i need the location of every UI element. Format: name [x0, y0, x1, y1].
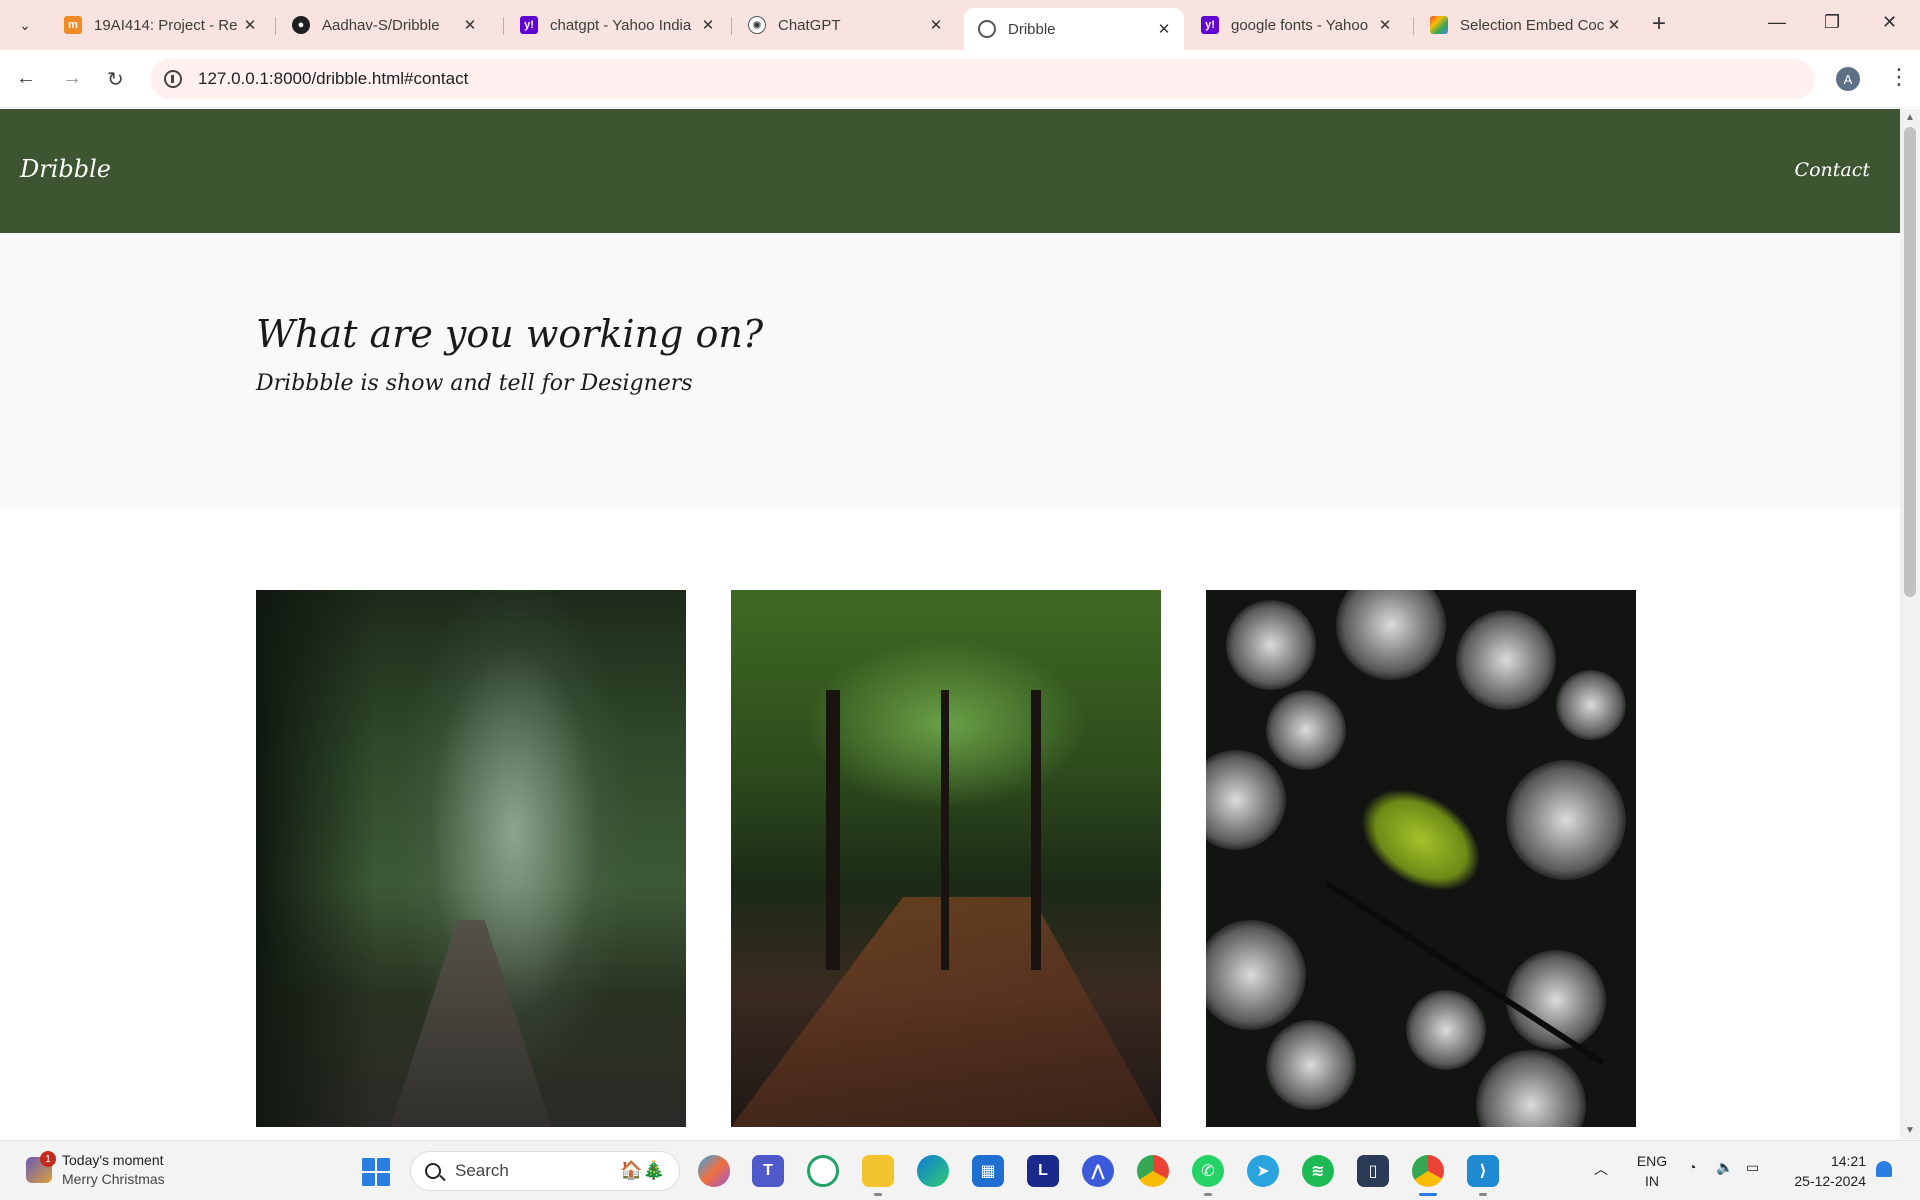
- url-text: 127.0.0.1:8000/dribble.html#contact: [198, 69, 469, 88]
- show-hidden-icons-chevron-icon[interactable]: ︿: [1594, 1159, 1608, 1179]
- chatgpt-icon: ✺: [748, 16, 766, 34]
- telegram-icon[interactable]: ➤: [1247, 1155, 1279, 1187]
- nav-link-contact[interactable]: Contact: [1795, 159, 1870, 181]
- misty-forest-path-photo: [256, 590, 686, 1127]
- tab-title: Aadhav-S/Dribble: [322, 16, 440, 34]
- browser-menu-icon[interactable]: ⋮: [1888, 64, 1910, 90]
- yahoo-icon: y!: [1201, 16, 1219, 34]
- scroll-down-icon[interactable]: ▼: [1905, 1125, 1915, 1136]
- browser-toolbar: ← → ↻ 127.0.0.1:8000/dribble.html#contac…: [0, 50, 1920, 108]
- widgets-button[interactable]: 1 Today's moment Merry Christmas: [26, 1151, 165, 1189]
- notification-bell-icon[interactable]: [1876, 1161, 1892, 1177]
- chrome-profile-icon[interactable]: [1412, 1155, 1444, 1187]
- tab-yahoo-fonts[interactable]: y! google fonts - Yahoo ✕: [1187, 8, 1405, 42]
- language-indicator[interactable]: ENG IN: [1632, 1151, 1672, 1191]
- hero-title: What are you working on?: [256, 312, 764, 356]
- site-info-icon[interactable]: [164, 70, 182, 88]
- hero-section: What are you working on? Dribbble is sho…: [0, 233, 1900, 510]
- close-icon[interactable]: ✕: [1154, 20, 1174, 38]
- tab-project[interactable]: m 19AI414: Project - Re ✕: [50, 8, 270, 42]
- clock-time: 14:21: [1830, 1153, 1866, 1169]
- tab-github[interactable]: ● Aadhav-S/Dribble ✕: [278, 8, 490, 42]
- close-icon[interactable]: ✕: [698, 16, 718, 34]
- start-windows-icon[interactable]: [362, 1158, 390, 1186]
- tab-yahoo-chatgpt[interactable]: y! chatgpt - Yahoo India ✕: [506, 8, 728, 42]
- brand-logo[interactable]: Dribble: [20, 155, 111, 183]
- search-icon: [425, 1163, 441, 1179]
- new-tab-plus-icon[interactable]: +: [1652, 12, 1666, 36]
- close-icon[interactable]: ✕: [240, 16, 260, 34]
- store-icon[interactable]: ▦: [972, 1155, 1004, 1187]
- spotify-icon[interactable]: ≋: [1302, 1155, 1334, 1187]
- yahoo-icon: y!: [520, 16, 538, 34]
- profile-avatar[interactable]: A: [1836, 67, 1860, 91]
- github-icon: ●: [292, 16, 310, 34]
- address-bar[interactable]: 127.0.0.1:8000/dribble.html#contact: [150, 59, 1815, 99]
- close-icon[interactable]: ✕: [460, 16, 480, 34]
- tab-title: ChatGPT: [778, 16, 841, 34]
- minimize-icon[interactable]: —: [1768, 12, 1786, 33]
- edge-icon[interactable]: [917, 1155, 949, 1187]
- scroll-up-icon[interactable]: ▲: [1905, 112, 1915, 123]
- tab-search-chevron-icon[interactable]: ⌄: [10, 12, 40, 38]
- restore-icon[interactable]: ❐: [1824, 12, 1840, 33]
- tab-google-fonts[interactable]: Selection Embed Coc ✕: [1416, 8, 1634, 42]
- forward-arrow-icon[interactable]: →: [62, 67, 82, 90]
- google-fonts-icon: [1430, 16, 1448, 34]
- language-code: ENG: [1636, 1153, 1668, 1169]
- widget-subtitle: Merry Christmas: [62, 1171, 165, 1187]
- globe-icon: [978, 20, 996, 38]
- close-icon[interactable]: ✕: [1604, 16, 1624, 34]
- page-viewport: Dribble Contact What are you working on?…: [0, 109, 1900, 1139]
- phone-link-icon[interactable]: ▯: [1357, 1155, 1389, 1187]
- close-icon[interactable]: ✕: [1375, 16, 1395, 34]
- browser-tab-strip: ⌄ m 19AI414: Project - Re ✕ ● Aadhav-S/D…: [0, 0, 1920, 50]
- moodle-icon: m: [64, 16, 82, 34]
- window-close-icon[interactable]: ✕: [1882, 12, 1897, 33]
- whatsapp-icon[interactable]: ✆: [1192, 1155, 1224, 1187]
- battery-icon[interactable]: ▭: [1746, 1159, 1759, 1176]
- reload-icon[interactable]: ↻: [107, 67, 124, 92]
- affinity-icon[interactable]: ⋀: [1082, 1155, 1114, 1187]
- search-label: Search: [455, 1161, 509, 1180]
- autumn-leaf-path-photo: [731, 590, 1161, 1127]
- clock-date: 25-12-2024: [1794, 1173, 1866, 1189]
- cortana-icon[interactable]: [807, 1155, 839, 1187]
- tab-dribble[interactable]: Dribble ✕: [964, 8, 1184, 50]
- back-arrow-icon[interactable]: ←: [16, 67, 36, 90]
- moss-branch-bokeh-photo: [1206, 590, 1636, 1127]
- system-clock[interactable]: 14:21 25-12-2024: [1780, 1151, 1866, 1191]
- tab-title: Selection Embed Coc: [1460, 16, 1604, 34]
- region-code: IN: [1645, 1173, 1659, 1189]
- tab-title: Dribble: [1008, 20, 1056, 38]
- chrome-icon[interactable]: [1137, 1155, 1169, 1187]
- vscode-icon[interactable]: ⟩: [1467, 1155, 1499, 1187]
- page-scrollbar[interactable]: ▲ ▼: [1900, 109, 1920, 1139]
- tab-title: 19AI414: Project - Re: [94, 16, 238, 34]
- site-header: Dribble Contact: [0, 109, 1900, 233]
- close-icon[interactable]: ✕: [926, 16, 946, 34]
- hero-subtitle: Dribbble is show and tell for Designers: [256, 371, 693, 396]
- tab-chatgpt[interactable]: ✺ ChatGPT ✕: [734, 8, 956, 42]
- volume-icon[interactable]: 🔈: [1716, 1159, 1733, 1176]
- scrollbar-thumb[interactable]: [1904, 127, 1916, 597]
- widget-title: Today's moment: [62, 1152, 164, 1168]
- l-app-icon[interactable]: L: [1027, 1155, 1059, 1187]
- tab-title: google fonts - Yahoo: [1231, 16, 1369, 34]
- copilot-icon[interactable]: [698, 1155, 730, 1187]
- windows-taskbar: 1 Today's moment Merry Christmas Search …: [0, 1140, 1920, 1200]
- widgets-icon: 1: [26, 1151, 56, 1183]
- wifi-icon[interactable]: ◔: [1688, 1159, 1696, 1175]
- teams-icon[interactable]: T: [752, 1155, 784, 1187]
- notification-badge: 1: [40, 1151, 56, 1167]
- holiday-decoration-icon: 🏠🎄: [620, 1160, 665, 1180]
- taskbar-search[interactable]: Search 🏠🎄: [410, 1151, 680, 1191]
- tab-title: chatgpt - Yahoo India: [550, 16, 692, 34]
- file-explorer-icon[interactable]: [862, 1155, 894, 1187]
